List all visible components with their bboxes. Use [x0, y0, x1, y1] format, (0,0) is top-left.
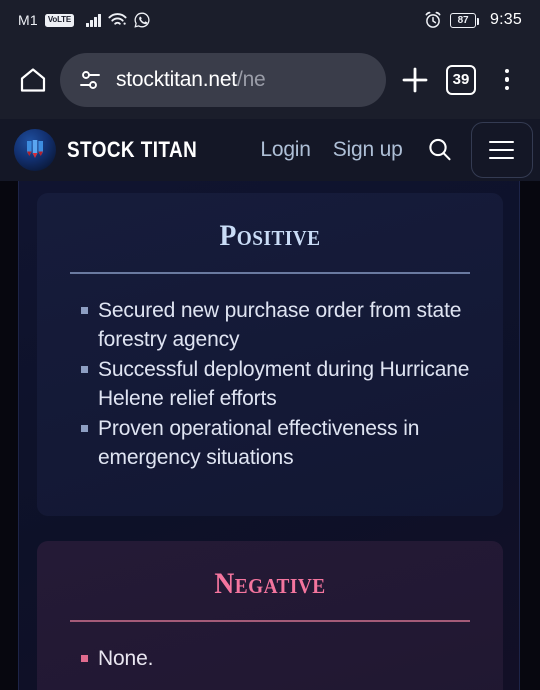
- list-item: None.: [81, 644, 475, 673]
- site-header: STOCK TITAN Login Sign up: [0, 119, 540, 181]
- whatsapp-icon: [134, 12, 150, 28]
- hamburger-menu-button[interactable]: [470, 122, 533, 178]
- list-item: Secured new purchase order from state fo…: [81, 296, 475, 354]
- plus-icon: [399, 64, 431, 96]
- clock-time: 9:35: [490, 11, 522, 28]
- home-icon: [18, 65, 48, 95]
- positive-section-title: Positive: [219, 219, 321, 252]
- browser-toolbar: stocktitan.net/ne 39: [0, 40, 540, 119]
- alarm-clock-icon: [424, 11, 442, 29]
- list-item: Successful deployment during Hurricane H…: [81, 355, 475, 413]
- url-text: stocktitan.net/ne: [116, 68, 266, 92]
- status-bar-left: M1 VoLTE: [18, 12, 150, 28]
- status-bar-right: 87 9:35: [424, 11, 522, 29]
- negative-section-title: Negative: [214, 567, 326, 600]
- tab-count-label: 39: [452, 71, 470, 88]
- article-column: Positive Secured new purchase order from…: [18, 181, 520, 690]
- stock-titan-logo-icon[interactable]: [14, 129, 56, 171]
- status-bar: M1 VoLTE 87 9:35: [0, 0, 540, 40]
- search-button[interactable]: [425, 135, 455, 165]
- negative-section-card: Negative None.: [37, 541, 503, 690]
- login-link[interactable]: Login: [260, 138, 311, 162]
- tab-count-badge: 39: [446, 64, 476, 95]
- browser-menu-button[interactable]: [484, 57, 530, 103]
- positive-section-card: Positive Secured new purchase order from…: [37, 193, 503, 516]
- brand-name[interactable]: STOCK TITAN: [67, 137, 197, 163]
- hamburger-menu-icon: [489, 140, 515, 160]
- three-dot-menu-icon: [504, 68, 510, 91]
- page-content: Positive Secured new purchase order from…: [0, 181, 540, 690]
- negative-bullet-list: None.: [37, 622, 503, 673]
- url-bar[interactable]: stocktitan.net/ne: [60, 52, 386, 107]
- volte-badge: VoLTE: [44, 13, 75, 27]
- new-tab-button[interactable]: [392, 57, 438, 103]
- wifi-icon: [108, 13, 127, 27]
- url-domain: stocktitan.net: [116, 67, 237, 91]
- positive-bullet-list: Secured new purchase order from state fo…: [37, 274, 503, 472]
- list-item: Proven operational effectiveness in emer…: [81, 414, 475, 472]
- signal-bars-icon: [86, 13, 101, 27]
- carrier-label: M1: [18, 12, 38, 28]
- battery-level-label: 87: [457, 14, 469, 26]
- tune-sliders-icon[interactable]: [78, 68, 102, 92]
- url-path: /ne: [236, 67, 266, 91]
- search-icon: [425, 135, 455, 165]
- phone-screen: M1 VoLTE 87 9:35 stocktitan.net/ne 39 ST…: [0, 0, 540, 690]
- home-button[interactable]: [10, 57, 56, 103]
- battery-indicator: 87: [450, 12, 480, 28]
- signup-link[interactable]: Sign up: [333, 138, 403, 162]
- tab-switcher-button[interactable]: 39: [438, 57, 484, 103]
